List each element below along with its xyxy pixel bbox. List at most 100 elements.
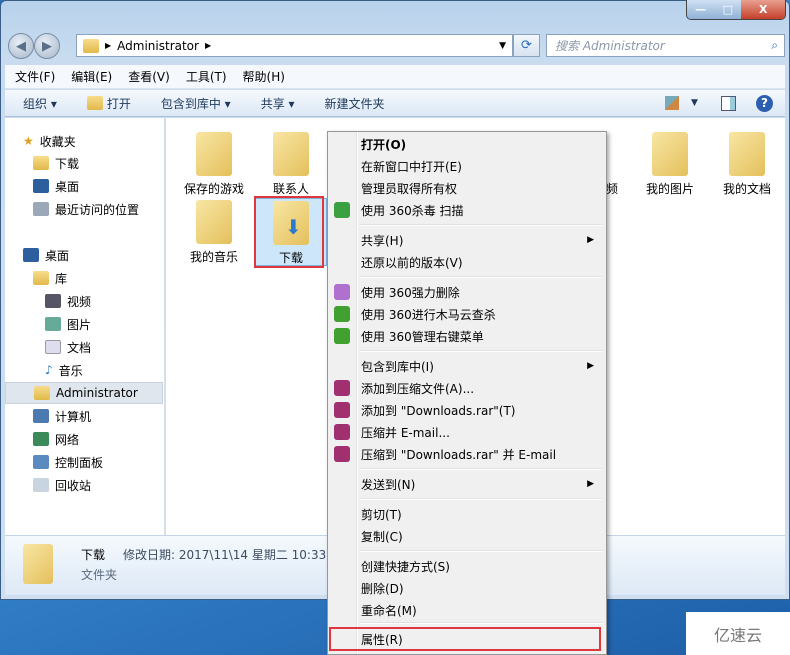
shred-icon bbox=[334, 284, 350, 300]
open-button[interactable]: 打开 bbox=[86, 95, 131, 112]
menu-item[interactable]: 添加到压缩文件(A)... bbox=[330, 377, 604, 399]
user-folder-icon bbox=[83, 38, 99, 53]
menu-item[interactable]: 使用 360强力删除 bbox=[330, 281, 604, 303]
folder-icon bbox=[196, 200, 232, 244]
label: 收藏夹 bbox=[39, 134, 76, 149]
winrar-icon bbox=[334, 446, 350, 462]
menu-item[interactable]: 复制(C) bbox=[330, 525, 604, 547]
menu-item-label: 发送到(N) bbox=[361, 477, 416, 492]
forward-button[interactable]: ▶ bbox=[34, 33, 60, 59]
share-button[interactable]: 共享 ▾ bbox=[261, 95, 295, 112]
menu-item[interactable]: 压缩并 E-mail... bbox=[330, 421, 604, 443]
menu-item[interactable]: 发送到(N) ▶ bbox=[330, 473, 604, 495]
window-controls: — □ X bbox=[686, 0, 786, 20]
recent-places-icon bbox=[33, 202, 49, 216]
address-bar[interactable]: ▶ Administrator ▶ ▼ bbox=[76, 34, 513, 57]
folder-icon bbox=[196, 132, 232, 176]
menu-item[interactable]: 压缩到 "Downloads.rar" 并 E-mail bbox=[330, 443, 604, 465]
context-menu: 打开(O) 在新窗口中打开(E) 管理员取得所有权 使用 360杀毒 扫描 共享(H) ▶… bbox=[327, 131, 607, 655]
view-dropdown-icon[interactable]: ▼ bbox=[691, 98, 698, 108]
file-label: 我的文档 bbox=[722, 182, 771, 196]
toolbar: 组织 ▾ 打开 包含到库中 ▾ 共享 ▾ 新建文件夹 ▼ ? bbox=[5, 90, 785, 117]
menu-item-label: 添加到 "Downloads.rar"(T) bbox=[361, 403, 516, 418]
file-my-music[interactable]: 我的音乐 bbox=[178, 190, 250, 265]
details-modified: 修改日期: 2017\11\14 星期二 10:33 bbox=[123, 548, 327, 562]
open-label: 打开 bbox=[106, 96, 131, 111]
menu-item-label: 包含到库中(I) bbox=[361, 359, 434, 374]
menu-item[interactable]: 打开(O) bbox=[330, 133, 604, 155]
desktop-icon bbox=[33, 179, 49, 193]
menu-separator bbox=[359, 468, 602, 470]
menu-tools[interactable]: 工具(T) bbox=[186, 68, 227, 85]
label: 控制面板 bbox=[55, 455, 104, 470]
menu-item[interactable]: 在新窗口中打开(E) bbox=[330, 155, 604, 177]
help-icon[interactable]: ? bbox=[756, 94, 773, 112]
folder-icon bbox=[729, 132, 765, 176]
organize-button[interactable]: 组织 ▾ bbox=[23, 95, 57, 112]
menu-file[interactable]: 文件(F) bbox=[15, 68, 55, 85]
menu-item-label: 复制(C) bbox=[361, 529, 403, 544]
close-button[interactable]: X bbox=[741, 0, 785, 19]
recycle-bin-icon bbox=[33, 478, 49, 492]
menu-item[interactable]: 包含到库中(I) ▶ bbox=[330, 355, 604, 377]
shield-icon bbox=[334, 202, 350, 218]
menu-separator bbox=[359, 276, 602, 278]
label: 图片 bbox=[67, 317, 92, 332]
library-icon bbox=[33, 271, 49, 285]
menu-item[interactable]: 使用 360杀毒 扫描 bbox=[330, 199, 604, 221]
menu-separator bbox=[359, 224, 602, 226]
sidebar-item-administrator[interactable]: Administrator bbox=[5, 382, 163, 404]
downloads-folder-icon bbox=[33, 156, 49, 170]
search-input[interactable]: 搜索 Administrator ⌕ bbox=[546, 34, 785, 57]
menu-item[interactable]: 剪切(T) bbox=[330, 503, 604, 525]
menu-item[interactable]: 重命名(M) bbox=[330, 599, 604, 621]
menu-view[interactable]: 查看(V) bbox=[128, 68, 170, 85]
search-icon[interactable]: ⌕ bbox=[771, 38, 778, 53]
file-my-documents[interactable]: 我的文档 bbox=[711, 122, 783, 197]
label: 计算机 bbox=[55, 409, 92, 424]
refresh-button[interactable]: ⟳ bbox=[513, 34, 540, 57]
view-options-icon[interactable] bbox=[665, 96, 679, 110]
menu-item-label: 在新窗口中打开(E) bbox=[361, 159, 462, 174]
preview-pane-icon[interactable] bbox=[721, 95, 736, 111]
menu-item-label: 使用 360管理右键菜单 bbox=[361, 329, 484, 344]
new-folder-button[interactable]: 新建文件夹 bbox=[325, 95, 385, 112]
menu-item[interactable]: 还原以前的版本(V) bbox=[330, 251, 604, 273]
menu-separator bbox=[359, 498, 602, 500]
label: 最近访问的位置 bbox=[55, 202, 140, 217]
menu-bar: 文件(F) 编辑(E) 查看(V) 工具(T) 帮助(H) bbox=[5, 65, 785, 89]
menu-edit[interactable]: 编辑(E) bbox=[71, 68, 112, 85]
back-button[interactable]: ◀ bbox=[8, 33, 34, 59]
minimize-button[interactable]: — bbox=[687, 0, 715, 19]
menu-item[interactable]: 使用 360管理右键菜单 bbox=[330, 325, 604, 347]
maximize-button[interactable]: □ bbox=[714, 0, 742, 19]
file-saved-games[interactable]: 保存的游戏 bbox=[178, 122, 250, 197]
menu-item-label: 压缩到 "Downloads.rar" 并 E-mail bbox=[361, 447, 557, 462]
dropdown-icon[interactable]: ▼ bbox=[499, 41, 506, 51]
label: 音乐 bbox=[58, 363, 83, 378]
sidebar-favorites[interactable]: ★ 收藏夹 bbox=[23, 130, 181, 152]
menu-item[interactable]: 添加到 "Downloads.rar"(T) bbox=[330, 399, 604, 421]
menu-item[interactable]: 管理员取得所有权 bbox=[330, 177, 604, 199]
file-my-pictures[interactable]: 我的图片 bbox=[634, 122, 706, 197]
desktop-icon bbox=[23, 248, 39, 262]
winrar-icon bbox=[334, 380, 350, 396]
sidebar-item-desktop[interactable]: 桌面 bbox=[23, 244, 181, 266]
label: 桌面 bbox=[55, 179, 80, 194]
file-contacts[interactable]: 联系人 bbox=[255, 122, 327, 197]
menu-item[interactable]: 删除(D) bbox=[330, 577, 604, 599]
360-icon bbox=[334, 328, 350, 344]
breadcrumb[interactable]: Administrator bbox=[117, 39, 199, 53]
menu-help[interactable]: 帮助(H) bbox=[243, 68, 285, 85]
file-label: 我的图片 bbox=[645, 182, 694, 196]
label: 网络 bbox=[55, 432, 80, 447]
menu-item-label: 共享(H) bbox=[361, 233, 404, 248]
submenu-arrow-icon: ▶ bbox=[587, 479, 594, 489]
menu-separator bbox=[359, 350, 602, 352]
menu-item[interactable]: 共享(H) ▶ bbox=[330, 229, 604, 251]
menu-item[interactable]: 使用 360进行木马云查杀 bbox=[330, 303, 604, 325]
breadcrumb-arrow-icon: ▶ bbox=[105, 41, 112, 50]
menu-item[interactable]: 创建快捷方式(S) bbox=[330, 555, 604, 577]
star-icon: ★ bbox=[23, 134, 34, 148]
include-library-button[interactable]: 包含到库中 ▾ bbox=[161, 95, 231, 112]
